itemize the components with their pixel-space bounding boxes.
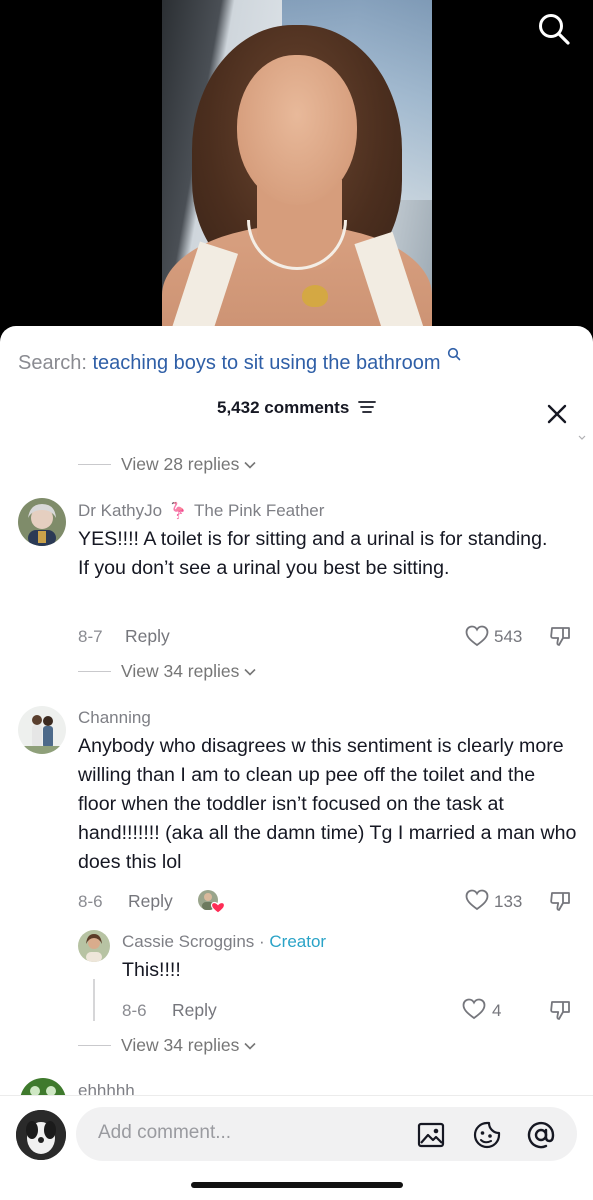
view-replies-label: View 28 replies	[121, 454, 240, 474]
dislike-icon[interactable]	[549, 890, 571, 912]
view-replies-button[interactable]: View 34 replies	[78, 661, 256, 682]
search-icon[interactable]	[537, 12, 571, 46]
reply-date: 8-6	[122, 1001, 147, 1020]
reply-button[interactable]: Reply	[125, 626, 170, 647]
comment-text: YES!!!! A toilet is for sitting and a ur…	[78, 528, 548, 579]
comment-input-placeholder: Add comment...	[98, 1122, 232, 1143]
reply-button[interactable]: Reply	[128, 891, 173, 912]
thread-line	[93, 979, 95, 1021]
avatar[interactable]	[18, 706, 66, 754]
video-person-face	[237, 55, 357, 205]
comment-username[interactable]: ehhhhh	[78, 1081, 135, 1095]
flamingo-icon: 🦩	[168, 503, 189, 520]
home-indicator	[191, 1182, 403, 1188]
search-label: Search:	[18, 352, 87, 374]
chevron-down-icon	[578, 435, 586, 440]
creator-badge: Creator	[269, 932, 327, 951]
view-replies-button[interactable]: View 28 replies	[78, 454, 256, 475]
view-replies-label: View 34 replies	[121, 661, 240, 681]
mention-icon[interactable]	[526, 1120, 556, 1150]
comment-text: Anybody who disagrees w this sentiment i…	[78, 735, 577, 873]
separator: ·	[254, 932, 270, 951]
dislike-icon[interactable]	[549, 999, 571, 1021]
emoji-sticker-icon[interactable]	[472, 1120, 502, 1150]
heart-icon[interactable]	[465, 625, 489, 647]
user-avatar[interactable]	[16, 1110, 66, 1160]
comments-count: 5,432 comments	[216, 398, 350, 417]
search-suggestion[interactable]: Search: teaching boys to sit using the b…	[18, 347, 461, 375]
chevron-down-icon	[244, 461, 256, 469]
comment-input[interactable]: Add comment...	[76, 1107, 577, 1161]
comment-composer-bar: Add comment...	[0, 1095, 593, 1200]
badge-text: The Pink Feather	[194, 501, 325, 520]
search-small-icon	[447, 347, 461, 361]
chevron-down-icon	[244, 668, 256, 676]
chevron-down-icon	[244, 1042, 256, 1050]
comment-username[interactable]: Dr KathyJo 🦩 The Pink Feather	[78, 501, 324, 521]
view-replies-label: View 34 replies	[121, 1035, 240, 1055]
reply-text: This!!!!	[122, 959, 181, 981]
like-count: 4	[492, 1001, 502, 1020]
reply-username[interactable]: Cassie Scroggins · Creator	[122, 932, 326, 952]
video-frame	[162, 0, 432, 345]
image-icon[interactable]	[416, 1120, 446, 1150]
comments-sheet: Search: teaching boys to sit using the b…	[0, 326, 593, 1200]
reply-avatar[interactable]	[78, 930, 110, 962]
reply-username-text: Cassie Scroggins	[122, 932, 255, 951]
divider	[78, 464, 111, 465]
comment-date: 8-7	[78, 627, 103, 646]
avatar-image	[78, 930, 110, 962]
search-term-link[interactable]: teaching boys to sit using the bathroom	[93, 352, 441, 374]
comments-header: 5,432 comments	[0, 398, 593, 418]
dislike-icon[interactable]	[549, 625, 571, 647]
video-pendant	[302, 285, 328, 307]
like-count: 543	[494, 627, 523, 646]
like-count: 133	[494, 892, 523, 911]
avatar-image	[16, 1110, 66, 1160]
comment-date: 8-6	[78, 892, 103, 911]
creator-liked-icon	[198, 890, 225, 914]
username-text: Dr KathyJo	[78, 501, 163, 520]
heart-icon[interactable]	[465, 889, 489, 911]
divider	[78, 1045, 111, 1046]
reply-button[interactable]: Reply	[172, 1000, 217, 1021]
avatar-image	[18, 498, 66, 546]
divider	[78, 671, 111, 672]
comment-username[interactable]: Channing	[78, 708, 151, 728]
avatar-image	[18, 706, 66, 754]
close-icon[interactable]	[545, 402, 569, 426]
view-replies-button[interactable]: View 34 replies	[78, 1035, 256, 1056]
heart-icon[interactable]	[462, 998, 486, 1020]
video-player[interactable]	[0, 0, 593, 345]
sort-icon[interactable]	[358, 400, 376, 414]
avatar[interactable]	[18, 498, 66, 546]
